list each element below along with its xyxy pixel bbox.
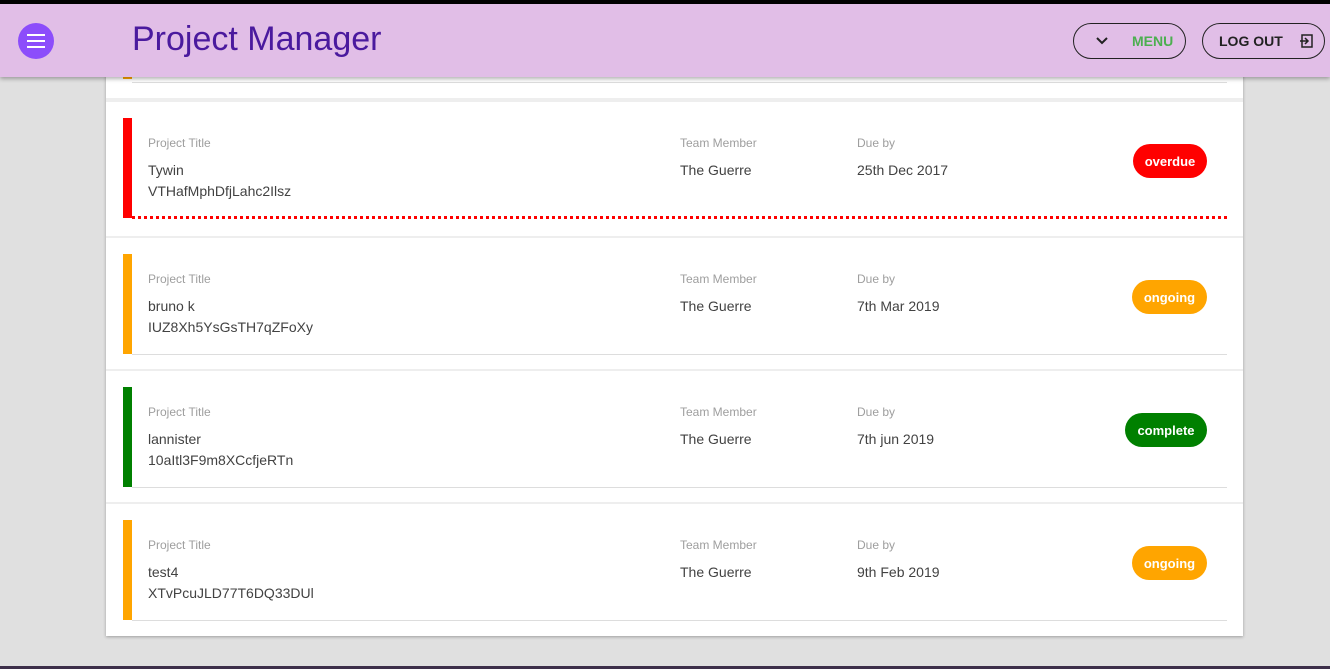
team-member-value: The Guerre [680, 564, 752, 580]
status-bar [123, 520, 132, 620]
team-member-value: The Guerre [680, 298, 752, 314]
status-bar [123, 254, 132, 354]
logout-button[interactable]: LOG OUT [1202, 23, 1325, 59]
project-name: bruno k [148, 298, 195, 314]
project-name: Tywin [148, 162, 184, 178]
project-id: VTHafMphDfjLahc2Ilsz [148, 183, 292, 199]
due-date: 9th Feb 2019 [857, 564, 940, 580]
due-by-label: Due by [857, 405, 896, 419]
due-by-label: Due by [857, 272, 896, 286]
menu-label: MENU [1132, 33, 1174, 49]
project-name: lannister [148, 431, 201, 447]
status-bar [123, 118, 132, 218]
project-title-label: Project Title [148, 538, 211, 552]
project-id: IUZ8Xh5YsGsTH7qZFoXy [148, 319, 313, 335]
page-title: Project Manager [132, 20, 382, 58]
team-member-label: Team Member [680, 272, 757, 286]
app-header: Project Manager MENU LOG OUT [0, 4, 1330, 77]
due-date: 7th jun 2019 [857, 431, 935, 447]
project-item[interactable]: Project Title test4 XTvPcuJLD77T6DQ33DUl… [106, 502, 1243, 635]
team-member-value: The Guerre [680, 162, 752, 178]
project-item[interactable]: Project Title bruno k IUZ8Xh5YsGsTH7qZFo… [106, 236, 1243, 369]
due-by-label: Due by [857, 136, 896, 150]
team-member-label: Team Member [680, 538, 757, 552]
team-member-label: Team Member [680, 405, 757, 419]
team-member-value: The Guerre [680, 431, 752, 447]
status-badge-complete[interactable]: complete [1125, 413, 1207, 447]
exit-icon [1299, 34, 1313, 48]
project-id: 10aItl3F9m8XCcfjeRTn [148, 452, 294, 468]
due-date: 7th Mar 2019 [857, 298, 940, 314]
project-title-label: Project Title [148, 272, 211, 286]
project-item[interactable]: Project Title lannister 10aItl3F9m8XCcfj… [106, 369, 1243, 502]
status-badge-ongoing[interactable]: ongoing [1132, 280, 1207, 314]
team-member-label: Team Member [680, 136, 757, 150]
chevron-down-icon [1096, 37, 1108, 45]
hamburger-icon[interactable] [18, 23, 54, 59]
logout-label: LOG OUT [1219, 33, 1283, 49]
project-title-label: Project Title [148, 136, 211, 150]
project-name: test4 [148, 564, 179, 580]
project-list: Project Title Tywin VTHafMphDfjLahc2Ilsz… [106, 64, 1243, 636]
due-date: 25th Dec 2017 [857, 162, 949, 178]
status-badge-overdue[interactable]: overdue [1133, 144, 1207, 178]
project-item[interactable]: Project Title Tywin VTHafMphDfjLahc2Ilsz… [106, 100, 1243, 233]
menu-button[interactable]: MENU [1073, 23, 1186, 59]
due-by-label: Due by [857, 538, 896, 552]
status-badge-ongoing[interactable]: ongoing [1132, 546, 1207, 580]
status-bar [123, 387, 132, 487]
project-id: XTvPcuJLD77T6DQ33DUl [148, 585, 314, 601]
project-title-label: Project Title [148, 405, 211, 419]
